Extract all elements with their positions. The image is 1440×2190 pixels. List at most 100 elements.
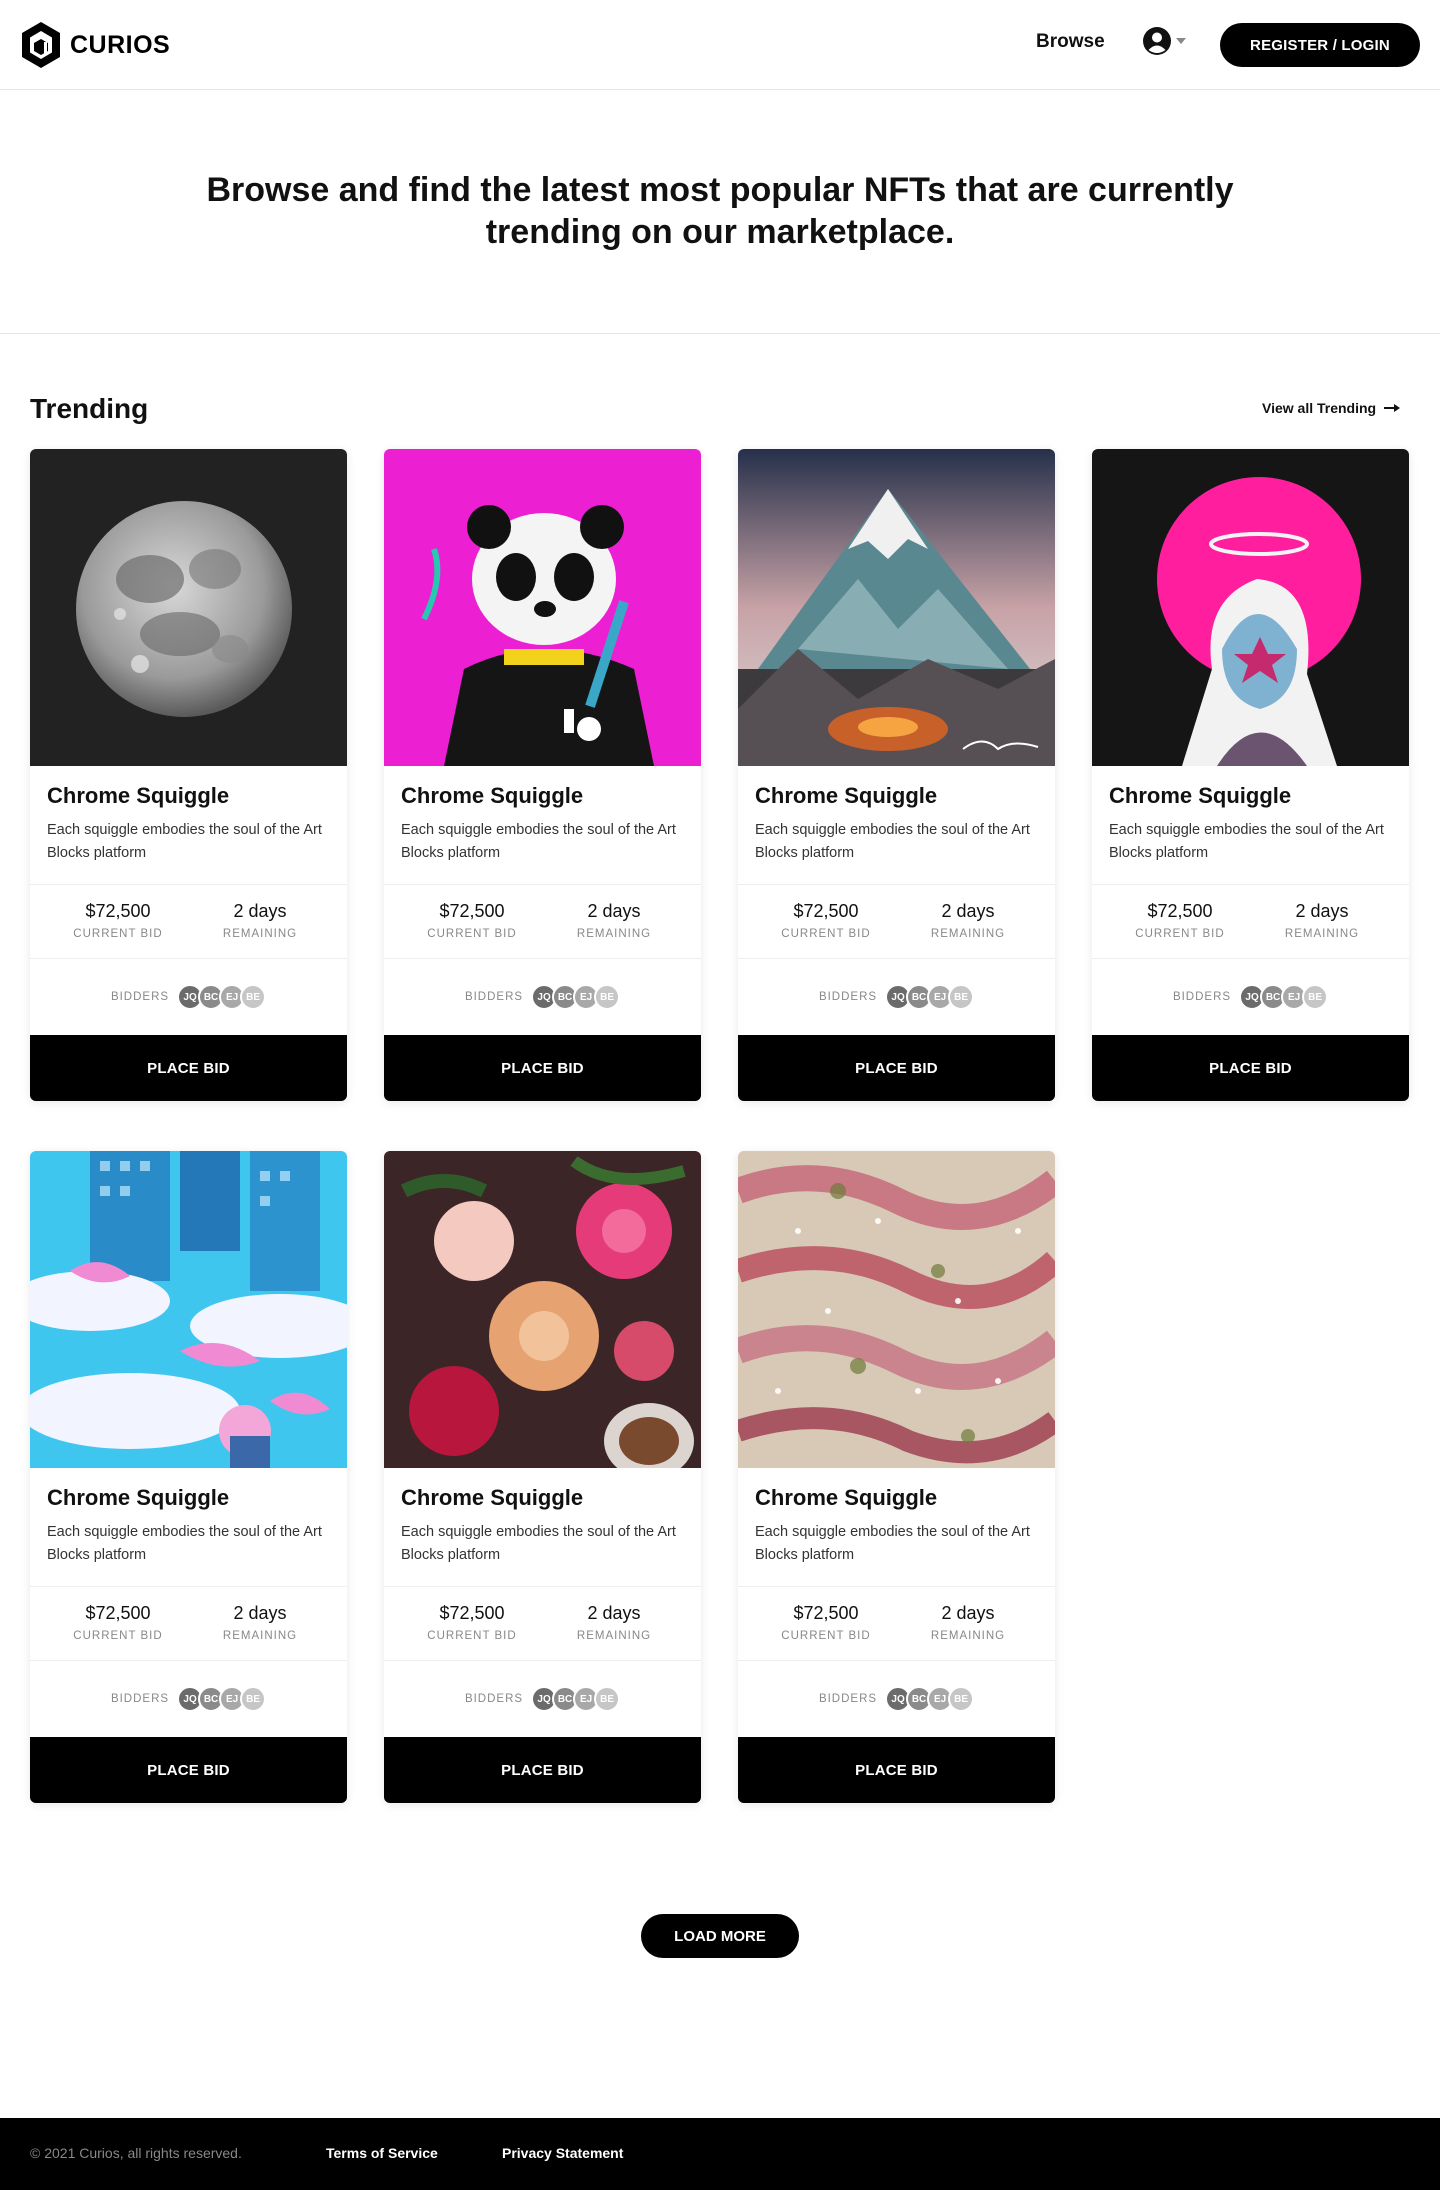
time-remaining-label: REMAINING [1284,928,1360,940]
register-login-button[interactable]: REGISTER / LOGIN [1220,23,1420,67]
nft-card[interactable]: Chrome Squiggle Each squiggle embodies t… [1092,449,1409,1101]
bidder-avatars: JQ BC EJ BE [177,1686,267,1712]
place-bid-button[interactable]: PLACE BID [384,1737,701,1803]
bidders-row: BIDDERS JQ BC EJ BE [30,959,347,1035]
bidders-row: BIDDERS JQ BC EJ BE [1092,959,1409,1035]
curios-logo-icon [22,22,60,68]
bidder-avatar[interactable]: BE [948,1686,975,1712]
current-bid-stat: $72,500 CURRENT BID [402,1603,542,1642]
bidder-avatar[interactable]: BE [1302,984,1329,1010]
load-more-button[interactable]: LOAD MORE [641,1914,799,1958]
nft-artwork-image[interactable] [384,1151,701,1468]
nav-browse-link[interactable]: Browse [1036,31,1105,53]
nft-artwork-image[interactable] [30,1151,347,1468]
nft-card[interactable]: Chrome Squiggle Each squiggle embodies t… [30,449,347,1101]
current-bid-value: $72,500 [439,901,505,921]
current-bid-value: $72,500 [85,1603,151,1623]
place-bid-button[interactable]: PLACE BID [738,1035,1055,1101]
view-all-label: View all Trending [1262,400,1377,416]
bidders-row: BIDDERS JQ BC EJ BE [384,1661,701,1737]
nft-title: Chrome Squiggle [755,1485,938,1510]
current-bid-label: CURRENT BID [427,928,517,940]
bidder-avatar[interactable]: BE [594,984,621,1010]
current-bid-stat: $72,500 CURRENT BID [1110,901,1250,940]
nft-title: Chrome Squiggle [401,783,584,808]
copyright-text: © 2021 Curios, all rights reserved. [30,2145,242,2161]
bidders-label: BIDDERS [110,991,170,1003]
time-remaining-value: 2 days [941,901,995,921]
place-bid-button[interactable]: PLACE BID [30,1035,347,1101]
bidders-label: BIDDERS [818,1693,878,1705]
nft-card[interactable]: Chrome Squiggle Each squiggle embodies t… [738,449,1055,1101]
hero-section: Browse and find the latest most popular … [0,91,1440,334]
bidders-label: BIDDERS [1172,991,1232,1003]
bidder-avatar[interactable]: BE [594,1686,621,1712]
place-bid-button[interactable]: PLACE BID [738,1737,1055,1803]
current-bid-stat: $72,500 CURRENT BID [48,1603,188,1642]
user-avatar-icon [1143,27,1171,55]
nft-card[interactable]: Chrome Squiggle Each squiggle embodies t… [30,1151,347,1803]
nft-description: Each squiggle embodies the soul of the A… [401,822,676,861]
nft-artwork-image[interactable] [30,449,347,766]
time-remaining-value: 2 days [587,1603,641,1623]
nft-artwork-image[interactable] [738,1151,1055,1468]
time-remaining-label: REMAINING [222,1630,298,1642]
time-remaining-label: REMAINING [576,928,652,940]
nft-artwork-image[interactable] [1092,449,1409,766]
nft-title: Chrome Squiggle [1109,783,1292,808]
bidder-avatar[interactable]: BE [240,1686,267,1712]
nft-title: Chrome Squiggle [755,783,938,808]
bidder-avatars: JQ BC EJ BE [531,984,621,1010]
bidders-row: BIDDERS JQ BC EJ BE [384,959,701,1035]
nft-card[interactable]: Chrome Squiggle Each squiggle embodies t… [384,449,701,1101]
current-bid-label: CURRENT BID [1135,928,1225,940]
nft-stats: $72,500 CURRENT BID 2 days REMAINING [384,1586,701,1661]
view-all-trending-link[interactable]: View all Trending [1262,400,1401,416]
terms-of-service-link[interactable]: Terms of Service [326,2145,438,2161]
bidder-avatar[interactable]: BE [240,984,267,1010]
current-bid-stat: $72,500 CURRENT BID [756,901,896,940]
current-bid-label: CURRENT BID [73,1630,163,1642]
current-bid-stat: $72,500 CURRENT BID [756,1603,896,1642]
time-remaining-label: REMAINING [930,1630,1006,1642]
nft-artwork-image[interactable] [384,449,701,766]
current-bid-label: CURRENT BID [781,1630,871,1642]
brand-logo[interactable]: CURIOS [20,20,170,70]
nft-description: Each squiggle embodies the soul of the A… [755,822,1030,861]
nft-description: Each squiggle embodies the soul of the A… [47,1524,322,1563]
time-remaining-stat: 2 days REMAINING [544,1603,684,1642]
nft-stats: $72,500 CURRENT BID 2 days REMAINING [30,1586,347,1661]
time-remaining-value: 2 days [233,901,287,921]
bidder-avatars: JQ BC EJ BE [1239,984,1329,1010]
bidder-avatars: JQ BC EJ BE [885,984,975,1010]
time-remaining-stat: 2 days REMAINING [898,901,1038,940]
current-bid-value: $72,500 [793,901,859,921]
time-remaining-label: REMAINING [576,1630,652,1642]
nft-card[interactable]: Chrome Squiggle Each squiggle embodies t… [738,1151,1055,1803]
bidders-label: BIDDERS [464,991,524,1003]
time-remaining-stat: 2 days REMAINING [190,1603,330,1642]
hero-heading: Browse and find the latest most popular … [206,171,1234,251]
current-bid-value: $72,500 [793,1603,859,1623]
trending-title: Trending [30,393,149,424]
place-bid-button[interactable]: PLACE BID [384,1035,701,1101]
place-bid-button[interactable]: PLACE BID [30,1737,347,1803]
user-menu[interactable] [1142,26,1187,56]
nft-stats: $72,500 CURRENT BID 2 days REMAINING [738,884,1055,959]
privacy-statement-link[interactable]: Privacy Statement [502,2145,623,2161]
place-bid-button[interactable]: PLACE BID [1092,1035,1409,1101]
current-bid-label: CURRENT BID [781,928,871,940]
time-remaining-stat: 2 days REMAINING [898,1603,1038,1642]
nft-artwork-image[interactable] [738,449,1055,766]
time-remaining-stat: 2 days REMAINING [544,901,684,940]
time-remaining-value: 2 days [1295,901,1349,921]
bidder-avatar[interactable]: BE [948,984,975,1010]
nft-title: Chrome Squiggle [47,1485,230,1510]
time-remaining-value: 2 days [587,901,641,921]
site-footer: © 2021 Curios, all rights reserved. Term… [0,2118,1440,2190]
nft-card[interactable]: Chrome Squiggle Each squiggle embodies t… [384,1151,701,1803]
time-remaining-value: 2 days [233,1603,287,1623]
bidder-avatars: JQ BC EJ BE [885,1686,975,1712]
current-bid-value: $72,500 [439,1603,505,1623]
current-bid-stat: $72,500 CURRENT BID [402,901,542,940]
